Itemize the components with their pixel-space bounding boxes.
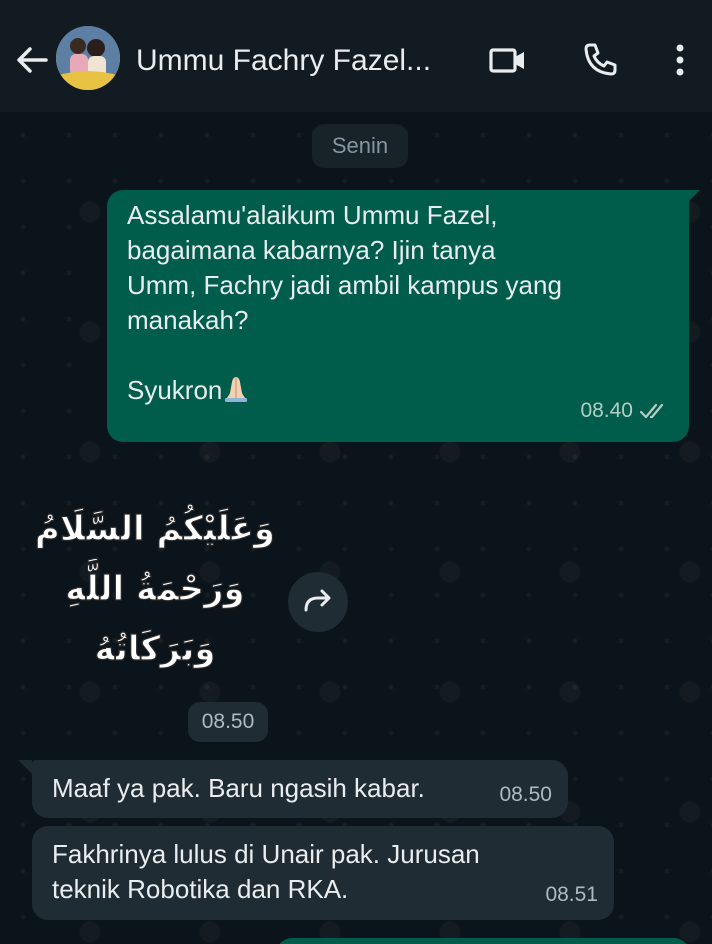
more-options-icon — [676, 44, 684, 76]
contact-name[interactable]: Ummu Fachry Fazel... — [136, 44, 456, 78]
salam-sticker[interactable]: وَعَلَيْكُمُ السَّلَامُ وَرَحْمَةُ اللَّ… — [30, 492, 280, 672]
sticker-time: 08.50 — [188, 702, 268, 742]
incoming-bubble-tail — [18, 760, 32, 774]
message-text: Assalamu'alaikum Ummu Fazel, bagaimana k… — [127, 198, 667, 408]
sticker-arabic-calligraphy: وَعَلَيْكُمُ السَّلَامُ وَرَحْمَةُ اللَّ… — [34, 504, 275, 670]
voice-call-icon — [584, 43, 617, 76]
voice-call-button[interactable] — [578, 38, 622, 82]
avatar-image — [56, 26, 120, 90]
forward-button[interactable] — [288, 572, 348, 632]
chat-area[interactable]: Senin Assalamu'alaikum Ummu Fazel, bagai… — [0, 112, 712, 944]
back-arrow-icon — [17, 47, 48, 73]
message-time: 08.40 — [580, 399, 633, 422]
message-body: Assalamu'alaikum Ummu Fazel, bagaimana k… — [127, 200, 562, 405]
forward-arrow-icon — [304, 589, 331, 612]
incoming-message[interactable]: Maaf ya pak. Baru ngasih kabar. 08.50 — [32, 760, 568, 818]
message-text: Maaf ya pak. Baru ngasih kabar. — [52, 773, 425, 803]
message-meta: 08.40 — [580, 393, 669, 428]
date-divider: Senin — [312, 124, 408, 168]
double-check-read-icon — [639, 403, 664, 418]
back-button[interactable] — [12, 40, 52, 80]
sticker-line-3: وَبَرَكَاتُهُ — [95, 629, 216, 669]
contact-avatar[interactable] — [56, 26, 120, 90]
incoming-message[interactable]: Fakhrinya lulus di Unair pak. Jurusan te… — [32, 826, 614, 920]
outgoing-message-partial[interactable] — [276, 938, 690, 944]
video-call-button[interactable] — [486, 38, 530, 82]
message-time: 08.50 — [499, 783, 552, 806]
chat-header: Ummu Fachry Fazel... — [0, 0, 712, 112]
video-call-icon — [489, 48, 524, 73]
sticker-line-2: وَرَحْمَةُ اللَّهِ — [65, 559, 244, 609]
folded-hands-icon — [225, 377, 248, 402]
sticker-line-1: وَعَلَيْكُمُ السَّلَامُ — [35, 504, 275, 549]
message-text: Fakhrinya lulus di Unair pak. Jurusan te… — [52, 839, 480, 904]
more-options-button[interactable] — [658, 38, 702, 82]
message-time: 08.51 — [545, 883, 598, 906]
outgoing-message[interactable]: Assalamu'alaikum Ummu Fazel, bagaimana k… — [107, 190, 689, 442]
